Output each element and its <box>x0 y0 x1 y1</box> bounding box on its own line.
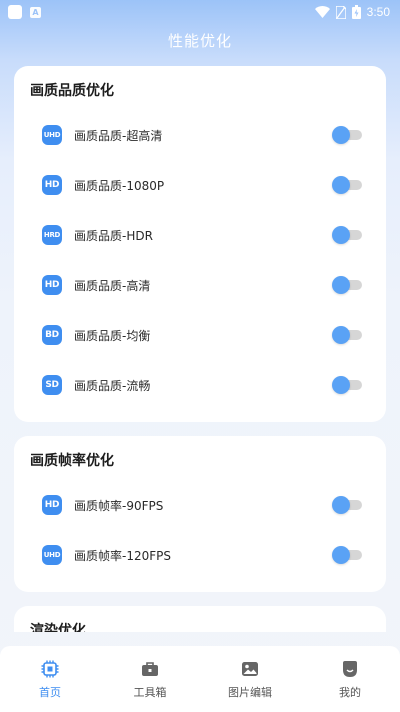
image-icon <box>242 662 258 676</box>
list-item: HD 画质品质-高清 <box>30 260 370 310</box>
section-title: 渲染优化 <box>30 623 86 632</box>
item-label: 画质品质-1080P <box>74 178 165 193</box>
notification-icon <box>8 5 22 19</box>
section-title: 画质帧率优化 <box>30 453 114 469</box>
wifi-icon <box>314 6 330 18</box>
list-item: UHD 画质帧率-120FPS <box>30 530 370 580</box>
profile-icon <box>343 661 357 677</box>
hrd-badge-icon: HRD <box>42 225 62 245</box>
list-item: HD 画质帧率-90FPS <box>30 480 370 530</box>
section-framerate: 画质帧率优化 HD 画质帧率-90FPS UHD 画质帧率-120FPS <box>14 436 386 592</box>
tab-toolbox[interactable]: 工具箱 <box>100 646 200 712</box>
toggle-switch[interactable] <box>332 495 362 515</box>
toolbox-icon <box>142 662 158 676</box>
item-label: 画质品质-流畅 <box>74 378 151 393</box>
uhd-badge-icon: UHD <box>42 545 62 565</box>
tab-label: 我的 <box>339 686 361 699</box>
list-item: HD 画质品质-1080P <box>30 160 370 210</box>
hd-badge-icon: HD <box>42 175 62 195</box>
section-title: 画质品质优化 <box>30 83 114 99</box>
settings-list[interactable]: 画质品质优化 UHD 画质品质-超高清 HD 画质品质-1080P HRD 画质… <box>14 66 386 632</box>
toggle-switch[interactable] <box>332 225 362 245</box>
list-item: SD 画质品质-流畅 <box>30 360 370 410</box>
toggle-switch[interactable] <box>332 375 362 395</box>
status-bar: A 3:50 <box>0 0 400 24</box>
toggle-switch[interactable] <box>332 325 362 345</box>
sd-badge-icon: SD <box>42 375 62 395</box>
tab-home[interactable]: 首页 <box>0 646 100 712</box>
item-label: 画质帧率-90FPS <box>74 498 164 513</box>
toggle-switch[interactable] <box>332 125 362 145</box>
chip-icon <box>41 660 59 678</box>
item-label: 画质品质-超高清 <box>74 128 163 143</box>
item-label: 画质品质-HDR <box>74 228 153 243</box>
list-item: HRD 画质品质-HDR <box>30 210 370 260</box>
uhd-badge-icon: UHD <box>42 125 62 145</box>
no-sim-icon <box>335 5 346 19</box>
toggle-switch[interactable] <box>332 275 362 295</box>
tab-label: 工具箱 <box>133 686 167 699</box>
tab-label: 首页 <box>39 686 61 699</box>
bottom-tab-bar: 首页 工具箱 图片编辑 我的 <box>0 646 400 712</box>
item-label: 画质品质-均衡 <box>74 328 151 343</box>
item-label: 画质品质-高清 <box>74 278 151 293</box>
battery-icon <box>351 5 361 19</box>
hd-badge-icon: HD <box>42 275 62 295</box>
list-item: UHD 画质品质-超高清 <box>30 110 370 160</box>
bd-badge-icon: BD <box>42 325 62 345</box>
item-label: 画质帧率-120FPS <box>74 548 171 563</box>
tab-profile[interactable]: 我的 <box>300 646 400 712</box>
tab-label: 图片编辑 <box>228 686 272 699</box>
section-render: 渲染优化 <box>14 606 386 632</box>
page-title: 性能优化 <box>167 32 232 50</box>
section-quality: 画质品质优化 UHD 画质品质-超高清 HD 画质品质-1080P HRD 画质… <box>14 66 386 422</box>
status-time: 3:50 <box>366 5 390 19</box>
list-item: BD 画质品质-均衡 <box>30 310 370 360</box>
tab-image-edit[interactable]: 图片编辑 <box>200 646 300 712</box>
toggle-switch[interactable] <box>332 175 362 195</box>
hd-badge-icon: HD <box>42 495 62 515</box>
notification-a-icon: A <box>30 6 41 18</box>
toggle-switch[interactable] <box>332 545 362 565</box>
